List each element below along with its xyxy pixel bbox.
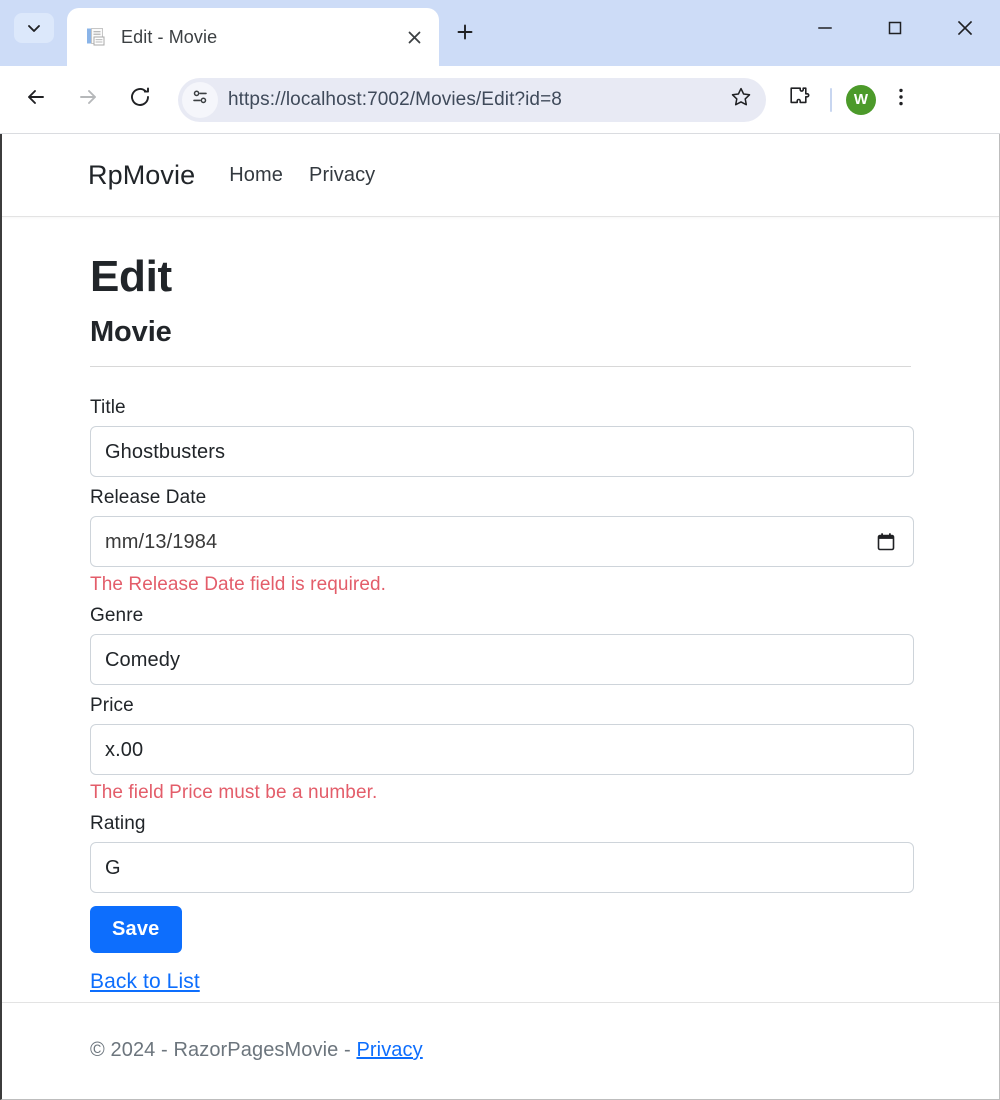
page-scrollbar[interactable] — [996, 134, 999, 1099]
site-footer: © 2024 - RazorPagesMovie - Privacy — [2, 1002, 999, 1098]
site-settings-button[interactable] — [182, 81, 218, 118]
release-date-input[interactable]: mm/13/1984 — [90, 516, 914, 568]
page-title: Edit — [90, 252, 172, 301]
price-value: x.00 — [105, 738, 144, 761]
rating-label: Rating — [90, 813, 146, 835]
reload-icon — [128, 85, 152, 114]
footer-copyright: © 2024 - RazorPagesMovie - — [90, 1039, 351, 1061]
profile-avatar[interactable]: W — [846, 84, 876, 115]
genre-input[interactable]: Comedy — [90, 634, 914, 686]
price-error: The field Price must be a number. — [90, 782, 378, 804]
tab-title: Edit - Movie — [121, 26, 218, 47]
title-value: Ghostbusters — [105, 440, 226, 463]
browser-tab[interactable]: Edit - Movie — [67, 8, 439, 66]
browser-toolbar: https://localhost:7002/Movies/Edit?id=8 … — [0, 66, 1000, 134]
rating-input[interactable]: G — [90, 842, 914, 894]
url-text: https://localhost:7002/Movies/Edit?id=8 — [228, 88, 562, 110]
calendar-picker-icon[interactable] — [875, 531, 897, 553]
genre-label: Genre — [90, 605, 144, 627]
minimize-button[interactable] — [790, 0, 860, 56]
save-button[interactable]: Save — [90, 906, 182, 954]
maximize-button[interactable] — [860, 0, 930, 56]
site-navbar: RpMovie Home Privacy — [2, 134, 999, 217]
close-tab-icon[interactable] — [397, 20, 431, 54]
bookmark-button[interactable] — [722, 81, 760, 119]
back-button[interactable] — [14, 78, 58, 122]
page-viewport: RpMovie Home Privacy Edit Movie Title Gh… — [0, 134, 1000, 1100]
price-label: Price — [90, 695, 134, 717]
back-to-list-link[interactable]: Back to List — [90, 970, 914, 994]
rating-value: G — [105, 856, 121, 879]
page-content: Edit Movie Title Ghostbusters Release Da… — [2, 217, 999, 994]
extensions-button[interactable] — [778, 79, 820, 121]
new-tab-button[interactable] — [447, 16, 483, 52]
title-label: Title — [90, 397, 126, 419]
plus-icon — [455, 22, 475, 47]
release-date-value: mm/13/1984 — [105, 530, 218, 553]
star-icon — [730, 86, 752, 113]
release-date-error: The Release Date field is required. — [90, 574, 387, 596]
tab-strip: Edit - Movie — [0, 0, 1000, 66]
price-input[interactable]: x.00 — [90, 724, 914, 776]
genre-value: Comedy — [105, 648, 181, 671]
title-input[interactable]: Ghostbusters — [90, 426, 914, 478]
tune-icon — [190, 87, 210, 112]
address-bar[interactable]: https://localhost:7002/Movies/Edit?id=8 — [178, 77, 766, 122]
browser-menu-button[interactable] — [880, 79, 922, 121]
reload-button[interactable] — [118, 78, 162, 122]
edit-movie-form: Title Ghostbusters Release Date mm/13/19… — [90, 397, 914, 994]
tab-search-button[interactable] — [14, 13, 54, 43]
brand-link[interactable]: RpMovie — [88, 160, 195, 191]
section-divider — [90, 366, 911, 368]
arrow-right-icon — [76, 85, 100, 114]
footer-privacy-link[interactable]: Privacy — [356, 1039, 422, 1062]
page-subtitle: Movie — [90, 316, 172, 349]
forward-button[interactable] — [66, 78, 110, 122]
browser-window: Edit - Movie https://localhost:7002/Movi… — [0, 0, 1000, 1100]
toolbar-divider — [830, 87, 832, 112]
puzzle-piece-icon — [787, 85, 811, 114]
nav-link-home[interactable]: Home — [229, 164, 283, 187]
three-dot-menu-icon — [890, 86, 912, 113]
arrow-left-icon — [24, 85, 48, 114]
window-controls — [790, 0, 1000, 56]
chevron-down-icon — [25, 19, 43, 37]
close-window-button[interactable] — [930, 0, 1000, 56]
document-favicon — [85, 26, 107, 48]
release-date-label: Release Date — [90, 487, 207, 509]
nav-link-privacy[interactable]: Privacy — [309, 164, 375, 187]
